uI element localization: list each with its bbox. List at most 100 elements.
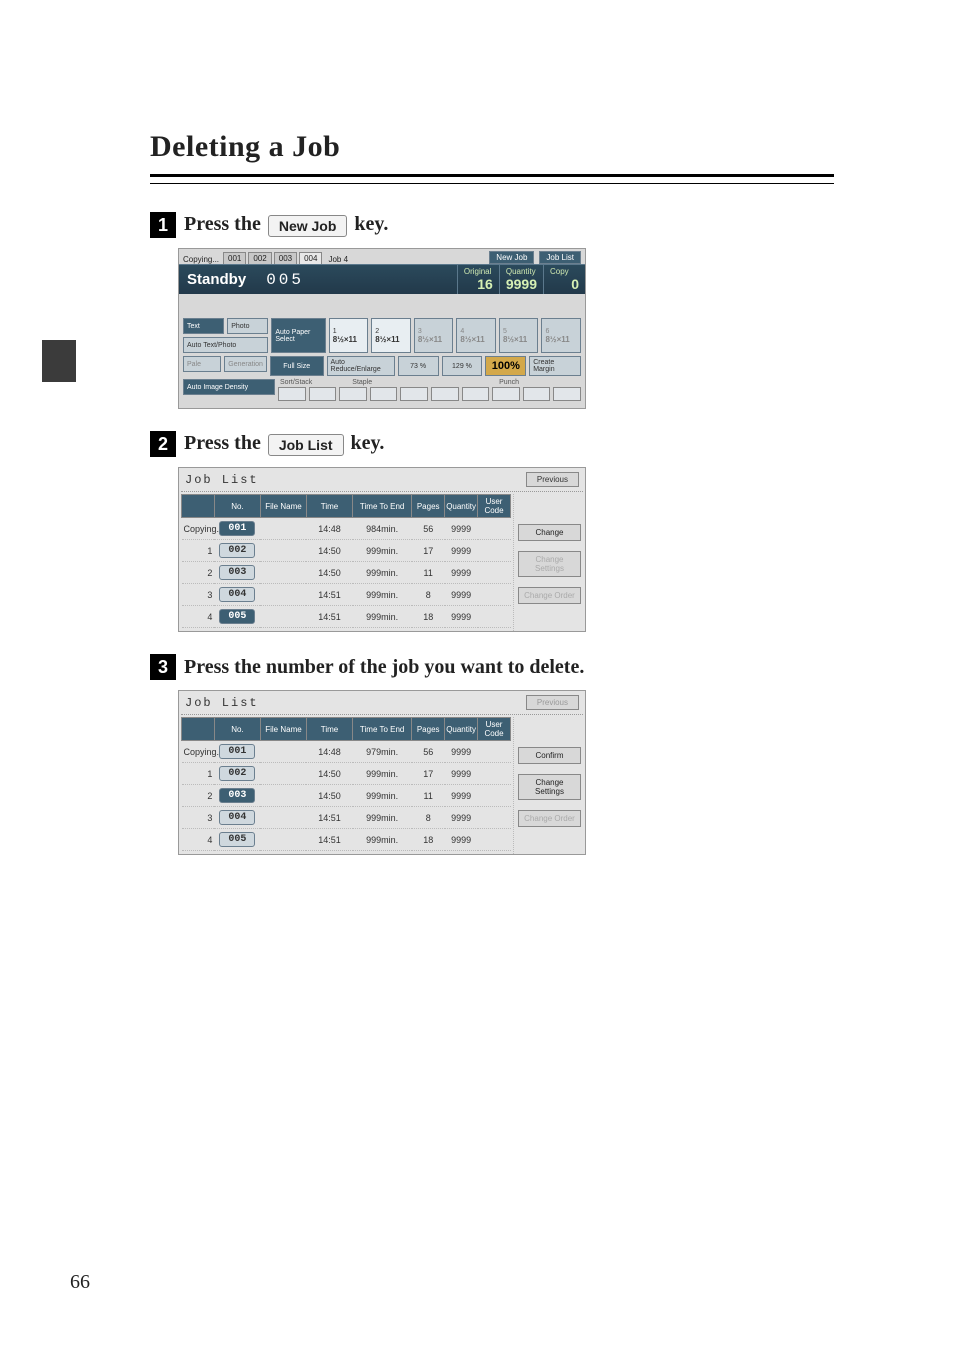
change-settings-button[interactable]: Change Settings xyxy=(518,774,581,800)
step-3: 3 Press the number of the job you want t… xyxy=(150,654,834,680)
counter-copy: Copy 0 xyxy=(543,265,585,294)
tray-5[interactable]: 58½×11 xyxy=(499,318,539,353)
change-button[interactable]: Change xyxy=(518,524,581,541)
job-tab-004[interactable]: 004 xyxy=(299,252,322,264)
hdr-qty: Quantity xyxy=(445,718,478,741)
standby-panel: Copying... 001 002 003 004 Job 4 New Job… xyxy=(178,248,586,409)
joblist-b-table: No. File Name Time Time To End Pages Qua… xyxy=(181,717,511,851)
table-row: 2 003 14:50999min. 119999 xyxy=(182,785,511,807)
table-row: Copying... 001 14:48984min. 569999 xyxy=(182,518,511,540)
finish-option[interactable] xyxy=(431,387,459,401)
new-job-button[interactable]: New Job xyxy=(489,251,534,264)
job-002[interactable]: 002 xyxy=(219,766,255,781)
job-002[interactable]: 002 xyxy=(219,543,255,558)
standby-bignum: 005 xyxy=(266,271,304,289)
finish-option[interactable] xyxy=(523,387,551,401)
job-003[interactable]: 003 xyxy=(219,788,255,803)
mode-photo[interactable]: Photo xyxy=(227,318,268,334)
counter-original: Original 16 xyxy=(457,265,499,294)
table-row: Copying... 001 14:48979min. 569999 xyxy=(182,741,511,763)
auto-image-density[interactable]: Auto Image Density xyxy=(183,379,275,395)
job-tab-001[interactable]: 001 xyxy=(223,252,246,264)
tray-6[interactable]: 68½×11 xyxy=(541,318,581,353)
hdr-time: Time xyxy=(306,718,352,741)
standby-title: Standby xyxy=(179,267,254,292)
finish-option[interactable] xyxy=(492,387,520,401)
joblist-b-previous[interactable]: Previous xyxy=(526,695,579,710)
tray-1[interactable]: 18½×11 xyxy=(329,318,369,353)
mode-auto-text-photo[interactable]: Auto Text/Photo xyxy=(183,337,268,353)
job-003[interactable]: 003 xyxy=(219,565,255,580)
job-tab-003[interactable]: 003 xyxy=(274,252,297,264)
hdr-user: User Code xyxy=(478,495,511,518)
job-001[interactable]: 001 xyxy=(219,744,255,759)
table-row: 2 003 14:50999min. 119999 xyxy=(182,562,511,584)
mode-pale[interactable]: Pale xyxy=(183,356,221,372)
hdr-end: Time To End xyxy=(353,495,412,518)
create-margin[interactable]: Create Margin xyxy=(529,356,581,376)
change-settings-button[interactable]: Change Settings xyxy=(518,551,581,577)
mode-text[interactable]: Text xyxy=(183,318,224,334)
mode-generation[interactable]: Generation xyxy=(224,356,267,372)
hdr-qty: Quantity xyxy=(445,495,478,518)
step1-before: Press the xyxy=(184,213,266,235)
job-005[interactable]: 005 xyxy=(219,609,255,624)
finish-option[interactable] xyxy=(462,387,490,401)
hdr-pages: Pages xyxy=(412,495,445,518)
step2-before: Press the xyxy=(184,432,266,454)
job-004[interactable]: 004 xyxy=(219,810,255,825)
tray-2[interactable]: 28½×11 xyxy=(371,318,411,353)
hdr-user: User Code xyxy=(478,718,511,741)
counter-quantity: Quantity 9999 xyxy=(499,265,543,294)
step-num-3: 3 xyxy=(150,654,176,680)
table-row: 1 002 14:50999min. 179999 xyxy=(182,540,511,562)
ratio-129[interactable]: 129 % xyxy=(442,356,483,376)
joblist-b-title: Job List xyxy=(185,696,259,710)
section-title: Deleting a Job xyxy=(150,130,834,164)
full-size[interactable]: Full Size xyxy=(270,356,324,376)
job-list-button[interactable]: Job List xyxy=(539,251,581,264)
finish-option[interactable] xyxy=(339,387,367,401)
job-list-key-label: Job List xyxy=(268,434,344,456)
joblist-a-table: No. File Name Time Time To End Pages Qua… xyxy=(181,494,511,628)
step-1: 1 Press the New Job key. xyxy=(150,212,834,238)
job-label: Job 4 xyxy=(328,255,348,264)
ratio-73[interactable]: 73 % xyxy=(398,356,439,376)
tray-4[interactable]: 48½×11 xyxy=(456,318,496,353)
punch-label: Punch xyxy=(499,379,519,386)
finish-option[interactable] xyxy=(553,387,581,401)
change-order-button[interactable]: Change Order xyxy=(518,810,581,827)
auto-reduce-enlarge[interactable]: Auto Reduce/Enlarge xyxy=(327,356,395,376)
finish-option[interactable] xyxy=(400,387,428,401)
step2-after: key. xyxy=(351,432,385,454)
standby-copying-label: Copying... xyxy=(183,255,219,264)
chapter-tab xyxy=(42,340,76,382)
finish-option[interactable] xyxy=(309,387,337,401)
hdr-time: Time xyxy=(306,495,352,518)
rule-thin xyxy=(150,183,834,184)
staple-label: Staple xyxy=(352,379,372,386)
hdr-no: No. xyxy=(214,495,260,518)
paper-select[interactable]: Auto Paper Select xyxy=(271,318,325,353)
hdr-file: File Name xyxy=(260,718,306,741)
confirm-button[interactable]: Confirm xyxy=(518,747,581,764)
hdr-file: File Name xyxy=(260,495,306,518)
change-order-button[interactable]: Change Order xyxy=(518,587,581,604)
step-num-2: 2 xyxy=(150,431,176,457)
job-tab-002[interactable]: 002 xyxy=(248,252,271,264)
job-004[interactable]: 004 xyxy=(219,587,255,602)
job-005[interactable]: 005 xyxy=(219,832,255,847)
joblist-a-title: Job List xyxy=(185,473,259,487)
ratio-100: 100% xyxy=(485,356,526,376)
job-001[interactable]: 001 xyxy=(219,521,255,536)
sort-stack-label: Sort/Stack xyxy=(280,379,312,386)
finish-option[interactable] xyxy=(278,387,306,401)
table-row: 4 005 14:51999min. 189999 xyxy=(182,606,511,628)
job-list-panel-a: Job List Previous No. File Name Time Tim… xyxy=(178,467,586,632)
tray-3[interactable]: 38½×11 xyxy=(414,318,454,353)
table-row: 3 004 14:51999min. 89999 xyxy=(182,807,511,829)
finish-option[interactable] xyxy=(370,387,398,401)
joblist-a-previous[interactable]: Previous xyxy=(526,472,579,487)
table-row: 1 002 14:50999min. 179999 xyxy=(182,763,511,785)
hdr-no: No. xyxy=(214,718,260,741)
